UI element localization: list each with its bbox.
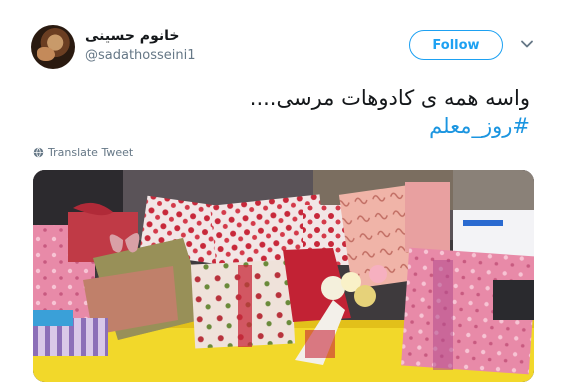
user-avatar[interactable] [31, 25, 75, 69]
translate-tweet-label: Translate Tweet [48, 146, 134, 159]
tweet-photo-gifts[interactable] [33, 170, 534, 382]
tweet-card: خانوم حسینی @sadathosseini1 Follow واسه … [0, 0, 561, 392]
user-handle[interactable]: @sadathosseini1 [85, 48, 196, 63]
user-display-name[interactable]: خانوم حسینی [85, 28, 179, 44]
chevron-down-icon[interactable] [519, 36, 535, 52]
hashtag-link[interactable]: #روز_معلم [50, 112, 530, 140]
globe-icon [33, 147, 44, 158]
tweet-text-body: واسه همه ی کادوهات مرسی.... [249, 86, 530, 110]
translate-tweet-link[interactable]: Translate Tweet [33, 146, 133, 159]
follow-button[interactable]: Follow [409, 30, 503, 60]
tweet-text: واسه همه ی کادوهات مرسی.... #روز_معلم [50, 84, 530, 140]
